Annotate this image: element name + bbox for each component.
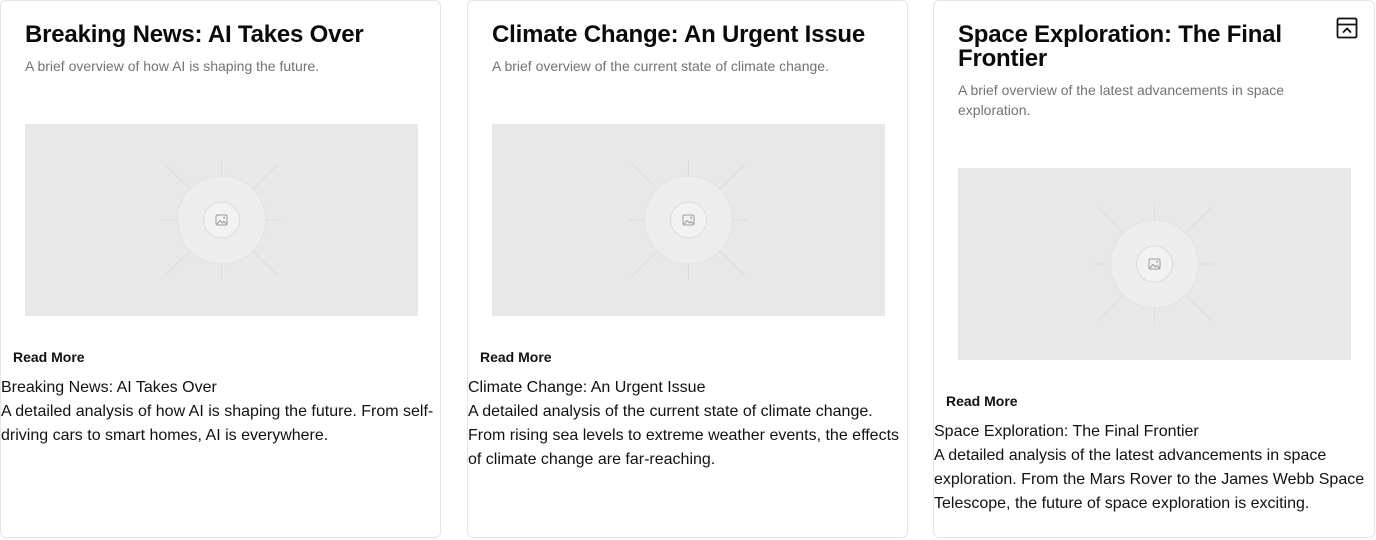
image-placeholder	[25, 124, 418, 316]
image-placeholder	[492, 124, 885, 316]
body-title: Climate Change: An Urgent Issue	[468, 379, 706, 396]
card-body: Space Exploration: The Final Frontier A …	[934, 420, 1370, 516]
card-header: Climate Change: An Urgent Issue A brief …	[492, 23, 883, 76]
read-more-button[interactable]: Read More	[13, 349, 85, 365]
news-card: Breaking News: AI Takes Over A brief ove…	[0, 0, 441, 538]
read-more-button[interactable]: Read More	[480, 349, 552, 365]
image-icon	[628, 160, 749, 280]
body-title: Breaking News: AI Takes Over	[1, 379, 217, 396]
card-subtitle: A brief overview of the latest advanceme…	[958, 82, 1285, 118]
news-card: Space Exploration: The Final Frontier A …	[933, 0, 1375, 538]
image-icon	[1094, 204, 1215, 324]
collapse-panel-icon[interactable]	[1336, 17, 1358, 39]
read-more-button[interactable]: Read More	[946, 393, 1018, 409]
card-title: Climate Change: An Urgent Issue	[492, 21, 865, 48]
card-header: Breaking News: AI Takes Over A brief ove…	[25, 23, 416, 76]
body-description: A detailed analysis of the latest advanc…	[934, 447, 1365, 512]
card-header: Space Exploration: The Final Frontier A …	[958, 23, 1314, 120]
card-body: Breaking News: AI Takes Over A detailed …	[1, 376, 436, 448]
card-body: Climate Change: An Urgent Issue A detail…	[468, 376, 903, 472]
news-card: Climate Change: An Urgent Issue A brief …	[467, 0, 908, 538]
image-icon	[161, 160, 282, 280]
card-subtitle: A brief overview of how AI is shaping th…	[25, 58, 320, 74]
body-title: Space Exploration: The Final Frontier	[934, 423, 1199, 440]
image-placeholder	[958, 168, 1351, 360]
card-title: Breaking News: AI Takes Over	[25, 21, 364, 48]
card-title: Space Exploration: The Final Frontier	[958, 21, 1282, 72]
body-description: A detailed analysis of the current state…	[468, 403, 900, 468]
card-subtitle: A brief overview of the current state of…	[492, 58, 829, 74]
body-description: A detailed analysis of how AI is shaping…	[1, 403, 434, 444]
